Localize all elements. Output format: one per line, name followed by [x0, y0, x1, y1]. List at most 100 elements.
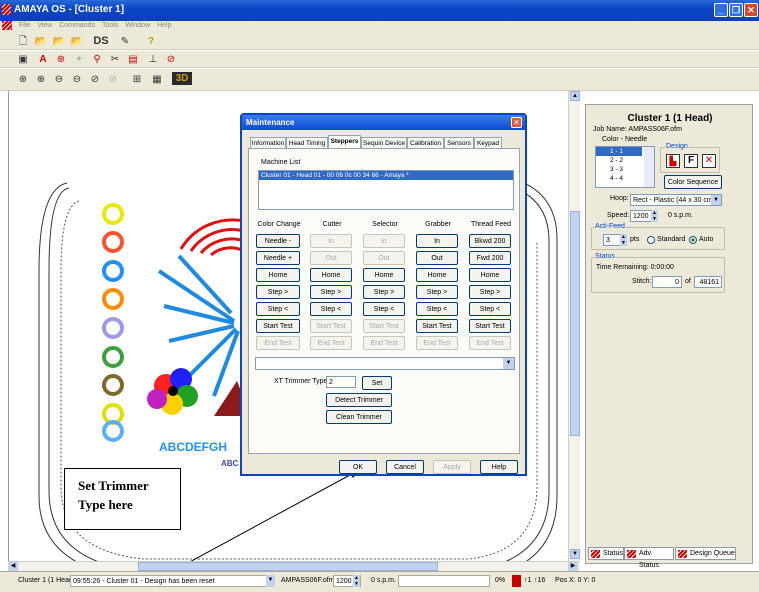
zoom-in-icon[interactable]: ⊕	[34, 73, 48, 86]
status-dropdown-icon[interactable]: ▼	[266, 575, 275, 587]
actifeed-spinner-icon[interactable]: ▲ ▼	[620, 234, 627, 246]
scroll-up-icon[interactable]: ▲	[570, 91, 580, 101]
tab-status[interactable]: Status	[588, 547, 624, 560]
menu-window[interactable]: Window	[125, 22, 150, 29]
color-list-scrollbar[interactable]	[644, 147, 654, 187]
close-icon[interactable]: ✕	[744, 3, 758, 17]
cutter-in-button[interactable]: In	[310, 234, 352, 248]
chevron-down-icon[interactable]: ▼	[503, 358, 514, 369]
grabber-start-test-button[interactable]: Start Test	[416, 319, 458, 333]
tab-steppers[interactable]: Steppers	[328, 135, 361, 149]
scroll-thumb[interactable]	[570, 211, 580, 436]
needle-plus-button[interactable]: Needle +	[256, 251, 300, 265]
canvas-vertical-scrollbar[interactable]: ▲ ▼	[568, 91, 580, 561]
detect-trimmer-button[interactable]: Detect Trimmer	[326, 393, 392, 407]
color-needle-list[interactable]: 1 - 1 2 - 2 3 - 3 4 - 4	[595, 146, 655, 188]
selector-in-button[interactable]: In	[363, 234, 405, 248]
zoom-window-icon[interactable]: ⊖	[70, 73, 84, 86]
zoom-fit-icon[interactable]: ⊕	[16, 73, 30, 86]
design-frame-icon[interactable]: F	[684, 154, 698, 168]
cross-point-icon[interactable]: +	[72, 53, 86, 66]
open-folder-icon[interactable]: 📂	[34, 35, 48, 48]
cancel-button[interactable]: Cancel	[386, 460, 424, 474]
thread-home-button[interactable]: Home	[469, 268, 511, 282]
grid-icon[interactable]: ⊞	[130, 73, 144, 86]
grid-fine-icon[interactable]: ▦	[150, 73, 164, 86]
machine-list[interactable]: Cluster 01 - Head 01 - 00 06 0c 00 34 66…	[258, 170, 514, 210]
color-start-test-button[interactable]: Start Test	[256, 319, 300, 333]
scissors-icon[interactable]: ✂	[108, 53, 122, 66]
zoom-out-icon[interactable]: ⊖	[52, 73, 66, 86]
set-button[interactable]: Set	[362, 376, 392, 390]
thread-step-back-button[interactable]: Step <	[469, 302, 511, 316]
help-button[interactable]: Help	[480, 460, 518, 474]
trimmer-type-input[interactable]: 2	[326, 376, 356, 388]
status-speed-spinner-icon[interactable]: ▲ ▼	[353, 575, 360, 587]
tab-adv-status[interactable]: Adv. Status	[624, 547, 674, 569]
image-edit-icon[interactable]: ▤	[126, 53, 140, 66]
menu-help[interactable]: Help	[157, 22, 171, 29]
speed-spinner-icon[interactable]: ▲ ▼	[651, 210, 658, 222]
picture-icon[interactable]: ▣	[16, 53, 30, 66]
thread-fwd-button[interactable]: Fwd 200	[469, 251, 511, 265]
grabber-in-button[interactable]: In	[416, 234, 458, 248]
3d-view-button[interactable]: 3D	[172, 72, 192, 85]
cutter-home-button[interactable]: Home	[310, 268, 352, 282]
needle-icon[interactable]: ⚲	[90, 53, 104, 66]
menu-file[interactable]: File	[19, 22, 30, 29]
wizard-icon[interactable]: ✎	[118, 35, 132, 48]
clean-trimmer-button[interactable]: Clean Trimmer	[326, 410, 392, 424]
grabber-home-button[interactable]: Home	[416, 268, 458, 282]
open-folder-alt-icon[interactable]: 📂	[70, 35, 84, 48]
hoop-select[interactable]: Rect - Plastic (44 x 30 cm)	[630, 194, 722, 206]
cutter-step-fwd-button[interactable]: Step >	[310, 285, 352, 299]
cutter-step-back-button[interactable]: Step <	[310, 302, 352, 316]
tab-design-queue[interactable]: Design Queue	[675, 547, 736, 560]
target-icon[interactable]: ⊕	[54, 53, 68, 66]
menu-view[interactable]: View	[37, 22, 52, 29]
zoom-prev-icon[interactable]: ⊘	[88, 73, 102, 86]
color-step-fwd-button[interactable]: Step >	[256, 285, 300, 299]
needle-minus-button[interactable]: Needle -	[256, 234, 300, 248]
scroll-down-icon[interactable]: ▼	[570, 549, 580, 559]
selector-out-button[interactable]: Out	[363, 251, 405, 265]
selector-start-test-button[interactable]: Start Test	[363, 319, 405, 333]
ok-button[interactable]: OK	[339, 460, 377, 474]
help-question-icon[interactable]: ?	[144, 35, 158, 48]
scroll-right-icon[interactable]: ▶	[568, 562, 578, 571]
thread-icon[interactable]: ⊥	[146, 53, 160, 66]
grabber-out-button[interactable]: Out	[416, 251, 458, 265]
scroll-left-icon[interactable]: ◀	[8, 562, 18, 571]
no-sew-icon[interactable]: ⊘	[164, 53, 178, 66]
thread-bkwd-button[interactable]: Bkwd 200	[469, 234, 511, 248]
design-clear-icon[interactable]: ✕	[702, 154, 716, 168]
trimmer-select[interactable]: ▼	[255, 357, 515, 370]
open-folder-red-icon[interactable]: 📂	[52, 35, 66, 48]
color-end-test-button[interactable]: End Test	[256, 336, 300, 350]
dialog-close-icon[interactable]: ✕	[511, 117, 522, 128]
color-home-button[interactable]: Home	[256, 268, 300, 282]
cutter-end-test-button[interactable]: End Test	[310, 336, 352, 350]
color-sequence-button[interactable]: Color Sequence	[664, 175, 722, 189]
minimize-icon[interactable]: _	[714, 3, 728, 17]
design-edit-icon[interactable]: ▙	[666, 154, 680, 168]
hoop-dropdown-icon[interactable]: ▼	[711, 195, 721, 205]
color-list-item[interactable]: 1 - 1	[596, 147, 642, 156]
grabber-end-test-button[interactable]: End Test	[416, 336, 458, 350]
restore-icon[interactable]: ❐	[729, 3, 743, 17]
cutter-start-test-button[interactable]: Start Test	[310, 319, 352, 333]
menu-commands[interactable]: Commands	[59, 22, 95, 29]
color-step-back-button[interactable]: Step <	[256, 302, 300, 316]
apply-button[interactable]: Apply	[433, 460, 471, 474]
thread-step-fwd-button[interactable]: Step >	[469, 285, 511, 299]
ds-button[interactable]: DS	[92, 35, 110, 48]
selector-step-back-button[interactable]: Step <	[363, 302, 405, 316]
grabber-step-back-button[interactable]: Step <	[416, 302, 458, 316]
auto-radio[interactable]	[689, 236, 697, 244]
selector-end-test-button[interactable]: End Test	[363, 336, 405, 350]
grabber-step-fwd-button[interactable]: Step >	[416, 285, 458, 299]
standard-radio[interactable]	[647, 236, 655, 244]
selector-step-fwd-button[interactable]: Step >	[363, 285, 405, 299]
selector-home-button[interactable]: Home	[363, 268, 405, 282]
machine-list-item[interactable]: Cluster 01 - Head 01 - 00 06 0c 00 34 66…	[259, 171, 513, 180]
